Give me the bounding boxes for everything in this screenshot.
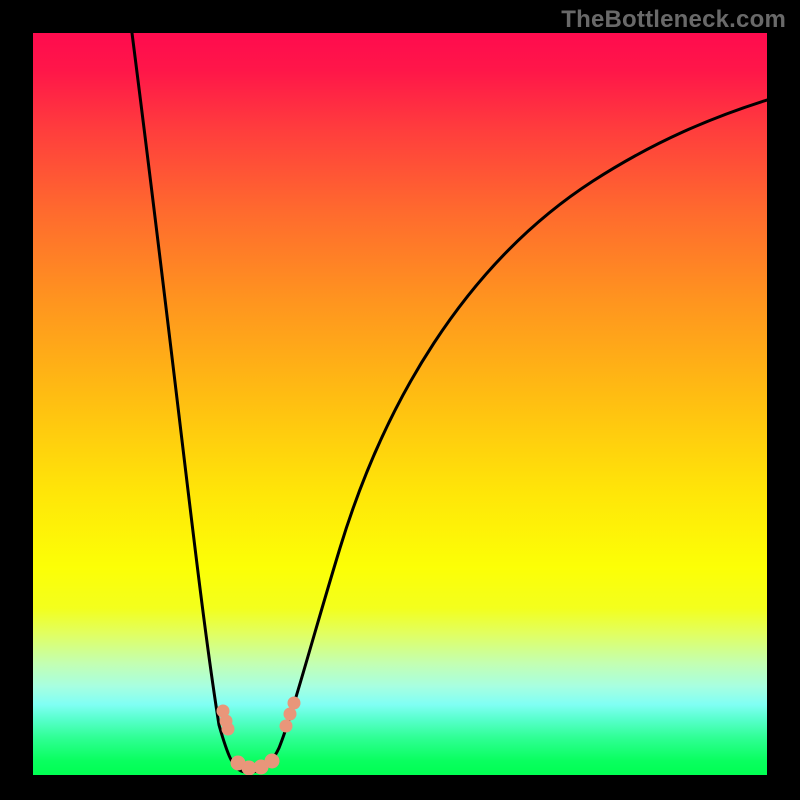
marker-dot xyxy=(265,754,280,769)
plot-area xyxy=(33,33,767,775)
marker-dot xyxy=(288,697,301,710)
marker-group xyxy=(217,697,301,776)
curve-layer xyxy=(33,33,767,775)
bottleneck-curve xyxy=(132,33,767,772)
marker-dot xyxy=(280,720,293,733)
chart-frame: TheBottleneck.com xyxy=(0,0,800,800)
marker-dot xyxy=(222,723,235,736)
watermark-label: TheBottleneck.com xyxy=(561,6,786,34)
